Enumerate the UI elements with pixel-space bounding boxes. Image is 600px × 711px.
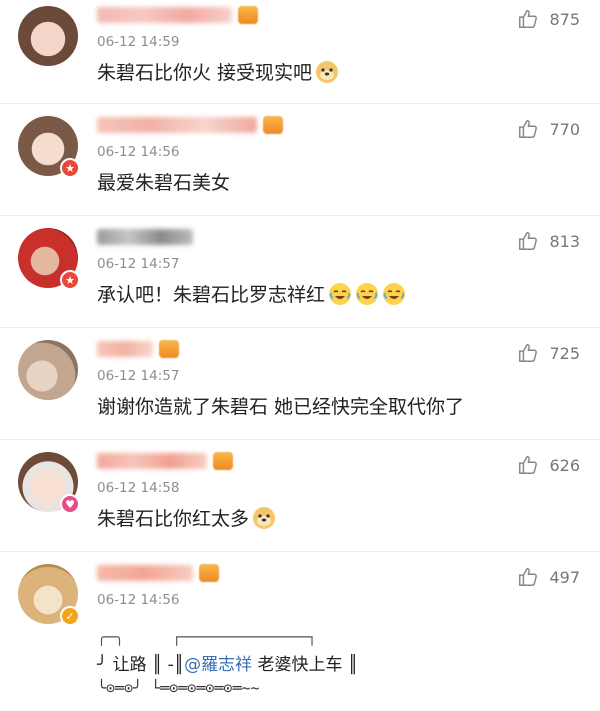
- comment-text: 谢谢你造就了朱碧石 她已经快完全取代你了: [97, 392, 464, 419]
- laugh-cry-face-icon: [328, 282, 352, 306]
- comment-text-content: 承认吧！朱碧石比罗志祥红: [97, 284, 326, 306]
- comment-item: 06-12 14:59 朱碧石比你火 接受现实吧 875: [0, 0, 600, 104]
- vip-icon: [238, 6, 258, 24]
- comment-item: ★ 06-12 14:57 承认吧！朱碧石比罗志祥红 813: [0, 222, 600, 328]
- like-count: 813: [549, 231, 580, 251]
- avatar[interactable]: ★: [18, 228, 80, 290]
- like-button[interactable]: 875: [517, 8, 580, 30]
- ascii-art-text: ╭─╮ ┌──────────────┐ ╯ 让路 ║ -║@羅志祥 老婆快上车…: [97, 628, 358, 697]
- doge-face-icon: [315, 60, 339, 84]
- like-count: 497: [549, 567, 580, 587]
- comment-text-content: 朱碧石比你红太多: [97, 508, 250, 530]
- laugh-cry-face-icon: [382, 282, 406, 306]
- ascii-line-1-left: ╭─╮: [97, 628, 125, 646]
- comment-time: 06-12 14:57: [97, 368, 180, 384]
- like-button[interactable]: 626: [517, 454, 580, 476]
- vip-icon: [213, 452, 233, 470]
- username[interactable]: [97, 4, 258, 26]
- ascii-line-2-prefix: ╯ 让路 ║ -║: [97, 655, 185, 675]
- vip-icon: [159, 340, 179, 358]
- thumbs-up-icon: [519, 456, 538, 474]
- verified-badge-icon: ★: [60, 270, 80, 290]
- thumbs-up-icon: [519, 10, 538, 28]
- vip-icon: [199, 564, 219, 582]
- verified-badge-icon: ✓: [60, 606, 80, 626]
- avatar[interactable]: [18, 6, 78, 66]
- comment-text-content: 最爱朱碧石美女: [97, 172, 231, 194]
- avatar[interactable]: ★: [18, 116, 80, 178]
- username[interactable]: [97, 114, 283, 136]
- comment-text-content: 谢谢你造就了朱碧石 她已经快完全取代你了: [97, 396, 465, 418]
- ascii-line-3: ╰⊙═⊙╯ └═⊙═⊙═⊙═⊙═~~: [97, 679, 260, 697]
- username[interactable]: [97, 562, 219, 584]
- thumbs-up-icon: [519, 120, 538, 138]
- comment-time: 06-12 14:59: [97, 34, 180, 50]
- comment-text-content: 朱碧石比你火 接受现实吧: [97, 62, 313, 84]
- comment-time: 06-12 14:56: [97, 144, 180, 160]
- avatar[interactable]: ✓: [18, 564, 80, 626]
- like-button[interactable]: 497: [517, 566, 580, 588]
- avatar[interactable]: [18, 340, 78, 400]
- comment-time: 06-12 14:57: [97, 256, 180, 272]
- avatar[interactable]: ♥: [18, 452, 80, 514]
- like-count: 770: [549, 119, 580, 139]
- comment-item: ♥ 06-12 14:58 朱碧石比你红太多 626: [0, 446, 600, 552]
- comment-item: ★ 06-12 14:56 最爱朱碧石美女 770: [0, 110, 600, 216]
- comment-text: 朱碧石比你火 接受现实吧: [97, 58, 339, 85]
- like-count: 626: [549, 455, 580, 475]
- laugh-cry-face-icon: [355, 282, 379, 306]
- thumbs-up-icon: [519, 568, 538, 586]
- username[interactable]: [97, 450, 233, 472]
- comment-time: 06-12 14:58: [97, 480, 180, 496]
- like-count: 725: [549, 343, 580, 363]
- username[interactable]: [97, 226, 193, 248]
- comment-text: 最爱朱碧石美女: [97, 168, 230, 195]
- thumbs-up-icon: [519, 344, 538, 362]
- ascii-line-1-right: ┌──────────────┐: [172, 628, 317, 646]
- comment-text: 朱碧石比你红太多: [97, 504, 276, 531]
- thumbs-up-icon: [519, 232, 538, 250]
- ascii-line-2-suffix: 老婆快上车 ║: [252, 655, 359, 675]
- like-button[interactable]: 725: [517, 342, 580, 364]
- doge-face-icon: [252, 506, 276, 530]
- username[interactable]: [97, 338, 179, 360]
- like-count: 875: [549, 9, 580, 29]
- comment-item: 06-12 14:57 谢谢你造就了朱碧石 她已经快完全取代你了 725: [0, 334, 600, 440]
- mention-link[interactable]: @羅志祥: [184, 655, 252, 675]
- vip-icon: [263, 116, 283, 134]
- comment-text: 承认吧！朱碧石比罗志祥红: [97, 280, 406, 307]
- like-button[interactable]: 770: [517, 118, 580, 140]
- verified-badge-icon: ★: [60, 158, 80, 178]
- like-button[interactable]: 813: [517, 230, 580, 252]
- comment-time: 06-12 14:56: [97, 592, 180, 608]
- heart-badge-icon: ♥: [60, 494, 80, 514]
